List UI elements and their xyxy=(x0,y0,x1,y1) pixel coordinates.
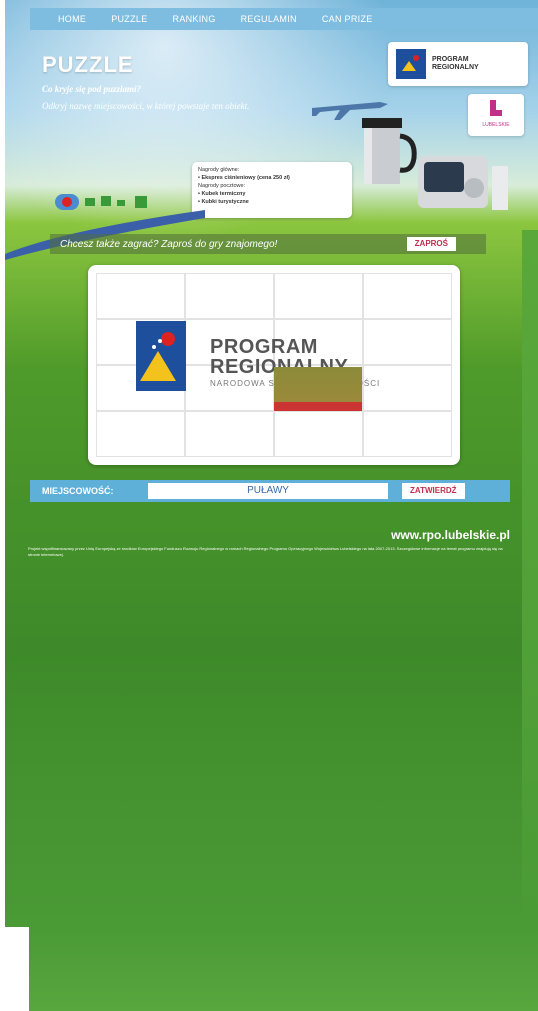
region-logo-text: LUBELSKIE xyxy=(482,122,510,128)
displaced-puzzle-tile[interactable] xyxy=(274,367,362,411)
page-title: PUZZLE xyxy=(42,52,134,77)
prize-line: • Ekspres ciśnieniowy (cena 250 zł) xyxy=(198,175,290,181)
location-bar: MIEJSCOWOŚĆ: PUŁAWY ZATWIERDŹ xyxy=(30,480,510,502)
eu-flag-icon xyxy=(136,321,186,391)
invite-text: Chcesz także zagrać? Zaproś do gry znajo… xyxy=(60,238,278,250)
puzzle-tile[interactable] xyxy=(274,411,363,457)
thermos-mug-icon xyxy=(362,118,417,184)
background-right-strip xyxy=(522,230,538,930)
puzzle-tile[interactable] xyxy=(274,273,363,319)
prize-line: Nagrody główne: xyxy=(198,167,240,173)
nav-item-puzzle[interactable]: PUZZLE xyxy=(111,14,147,24)
region-logo-card[interactable]: LUBELSKIE xyxy=(468,94,524,136)
nav-item-regulamin[interactable]: REGULAMIN xyxy=(241,14,297,24)
puzzle-board: PROGRAM REGIONALNY NARODOWA STRATEGIA SP… xyxy=(88,265,460,465)
lubelskie-logo-icon xyxy=(490,100,502,116)
nav-item-home[interactable]: HOME xyxy=(58,14,86,24)
prize-line: Nagrody pocztowe: xyxy=(198,183,246,189)
puzzle-tile[interactable] xyxy=(96,411,185,457)
prizes-box: Nagrody główne: • Ekspres ciśnieniowy (c… xyxy=(192,162,352,218)
location-label: MIEJSCOWOŚĆ: xyxy=(42,486,114,496)
location-input[interactable]: PUŁAWY xyxy=(148,483,388,499)
top-navigation: HOME PUZZLE RANKING REGULAMIN CAN PRIZE xyxy=(30,8,538,30)
puzzle-tile[interactable] xyxy=(96,273,185,319)
eu-flag-icon xyxy=(396,49,426,79)
nav-item-prize[interactable]: CAN PRIZE xyxy=(322,14,373,24)
site-url[interactable]: www.rpo.lubelskie.pl xyxy=(391,528,510,542)
puzzle-tile[interactable] xyxy=(363,411,452,457)
page-tagline: Co kryje się pod puzzlami? xyxy=(42,84,142,94)
coffee-maker-icon xyxy=(418,156,508,210)
puzzle-tile[interactable] xyxy=(185,411,274,457)
prize-line: • Kubek termiczny xyxy=(198,191,246,197)
puzzle-tile[interactable] xyxy=(185,273,274,319)
invite-button[interactable]: ZAPROŚ xyxy=(406,237,456,251)
program-title-line1: PROGRAM xyxy=(210,336,318,358)
program-logo-text: PROGRAM REGIONALNY xyxy=(432,56,479,71)
nav-item-ranking[interactable]: RANKING xyxy=(173,14,216,24)
invite-bar: Chcesz także zagrać? Zaproś do gry znajo… xyxy=(50,234,486,254)
footer-note: Projekt współfinansowany przez Unię Euro… xyxy=(28,546,503,557)
program-logo-card[interactable]: PROGRAM REGIONALNY xyxy=(388,42,528,86)
page-intro: Odkryj nazwę miejscowości, w której pows… xyxy=(42,101,250,111)
prize-line: • Kubki turystyczne xyxy=(198,199,249,205)
puzzle-tile[interactable] xyxy=(363,365,452,411)
puzzle-tile[interactable] xyxy=(363,319,452,365)
submit-button[interactable]: ZATWIERDŹ xyxy=(402,483,465,499)
background-extension xyxy=(29,927,538,1011)
puzzle-tile[interactable] xyxy=(363,273,452,319)
